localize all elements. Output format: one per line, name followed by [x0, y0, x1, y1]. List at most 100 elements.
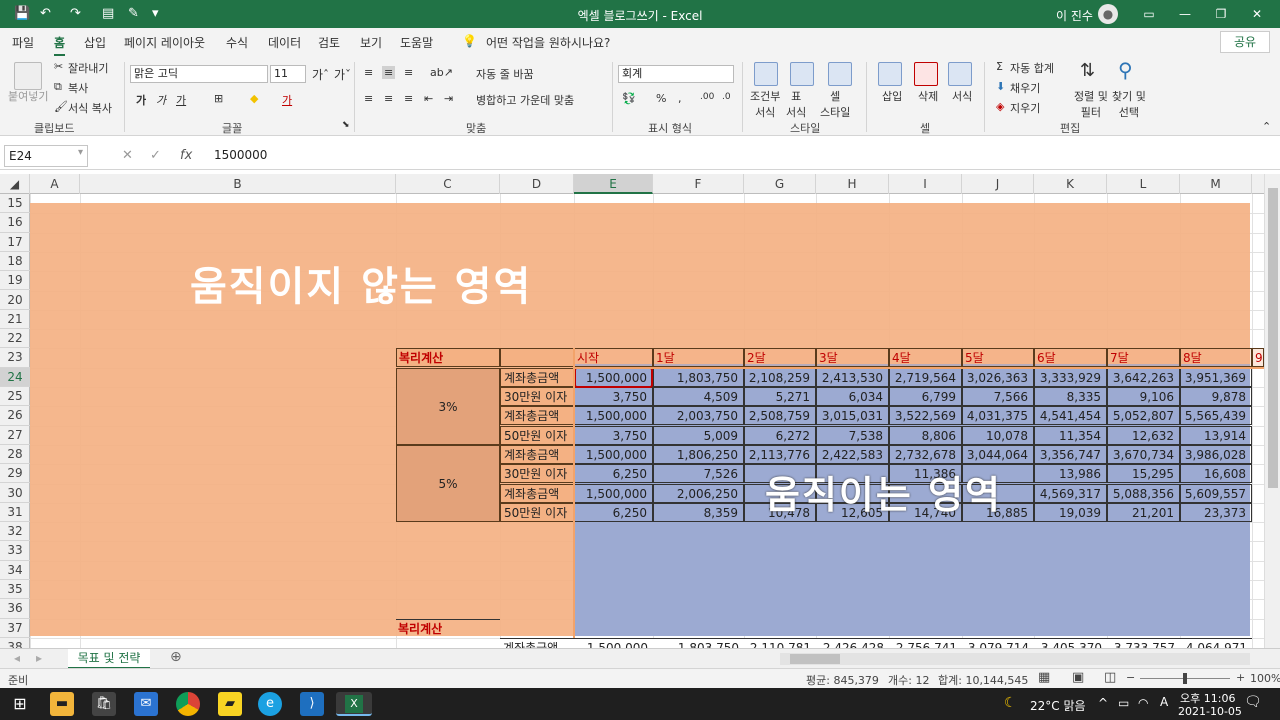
sort-filter-button[interactable]: 정렬 및 필터 — [1074, 88, 1108, 120]
row-header-19[interactable]: 19 — [0, 271, 30, 291]
zoom-thumb[interactable] — [1183, 673, 1187, 684]
column-header-k[interactable]: K — [1034, 174, 1107, 194]
ime-indicator[interactable]: A — [1160, 695, 1168, 709]
cut-button[interactable]: 잘라내기 — [68, 60, 108, 76]
ribbon-display-icon[interactable]: ▭ — [1138, 4, 1160, 24]
row-header-32[interactable]: 32 — [0, 522, 30, 542]
row-label-cell[interactable]: 계좌총금액 — [500, 637, 574, 648]
value-cell[interactable]: 1,806,250 — [653, 444, 744, 464]
value-cell[interactable]: 6,250 — [574, 464, 653, 484]
formula-input[interactable]: 1500000 — [210, 145, 1270, 167]
column-header-a[interactable]: A — [30, 174, 80, 194]
value-cell[interactable]: 5,609,557 — [1180, 483, 1252, 503]
find-select-button[interactable]: 찾기 및 선택 — [1112, 88, 1146, 120]
value-cell[interactable]: 3,670,734 — [1107, 444, 1180, 464]
row-header-31[interactable]: 31 — [0, 503, 30, 523]
wifi-icon[interactable]: ◠ — [1138, 696, 1148, 710]
column-header-b[interactable]: B — [80, 174, 396, 194]
value-cell[interactable]: 4,541,454 — [1034, 406, 1107, 426]
clock-date[interactable]: 2021-10-05 — [1178, 705, 1242, 718]
value-cell[interactable]: 2,426,428 — [816, 637, 889, 648]
row-header-30[interactable]: 30 — [0, 484, 30, 503]
underline-icon[interactable]: 가 — [176, 92, 186, 108]
rate-3-cell[interactable]: 3% — [396, 367, 500, 445]
value-cell[interactable]: 21,201 — [1107, 502, 1180, 522]
tab-view[interactable]: 보기 — [360, 34, 382, 51]
row-header-25[interactable]: 25 — [0, 387, 30, 407]
value-cell[interactable]: 2,108,259 — [744, 367, 816, 387]
value-cell[interactable]: 3,951,369 — [1180, 367, 1252, 387]
sticky-notes-icon[interactable]: ▰ — [218, 692, 242, 716]
value-cell[interactable]: 23,373 — [1180, 502, 1252, 522]
value-cell[interactable]: 7,526 — [653, 464, 744, 484]
value-cell[interactable]: 2,508,759 — [744, 406, 816, 426]
grow-font-icon[interactable]: 가ˆ — [312, 66, 329, 83]
row-label-cell[interactable]: 50만원 이자 — [500, 425, 574, 445]
name-box-dropdown-icon[interactable]: ▾ — [78, 147, 83, 158]
row-header-16[interactable]: 16 — [0, 213, 30, 233]
value-cell[interactable]: 5,052,807 — [1107, 406, 1180, 426]
store-icon[interactable]: 🛍 — [92, 692, 116, 716]
row-header-37[interactable]: 37 — [0, 619, 30, 638]
value-cell[interactable]: 5,088,356 — [1107, 483, 1180, 503]
period-header-cell[interactable]: 4달 — [889, 348, 962, 368]
row-header-18[interactable]: 18 — [0, 252, 30, 272]
font-color-icon[interactable]: 가 — [282, 92, 292, 108]
weather-text[interactable]: 22°C 맑음 — [1030, 697, 1086, 714]
column-header-c[interactable]: C — [396, 174, 500, 194]
row-header-26[interactable]: 26 — [0, 406, 30, 426]
value-cell[interactable]: 2,413,530 — [816, 367, 889, 387]
value-cell[interactable]: 16,608 — [1180, 464, 1252, 484]
value-cell[interactable]: 3,733,757 — [1107, 637, 1180, 648]
zoom-in-icon[interactable]: + — [1236, 671, 1245, 684]
value-cell[interactable]: 8,335 — [1034, 387, 1107, 406]
align-left-icon[interactable]: ≡ — [364, 92, 373, 105]
value-cell[interactable]: 13,986 — [1034, 464, 1107, 484]
value-cell[interactable]: 2,719,564 — [889, 367, 962, 387]
indent-decrease-icon[interactable]: ⇤ — [424, 92, 433, 105]
tab-home[interactable]: 홈 — [54, 34, 66, 56]
cell-style-button[interactable]: 셀 스타일 — [820, 88, 850, 120]
value-cell[interactable]: 6,799 — [889, 387, 962, 406]
tab-help[interactable]: 도움말 — [400, 34, 433, 51]
prev-sheet-icon[interactable]: ◂ — [14, 651, 20, 665]
value-cell[interactable]: 9,878 — [1180, 387, 1252, 406]
period-header-cell[interactable]: 시작 — [574, 348, 653, 368]
value-cell[interactable]: 3,079,714 — [962, 637, 1034, 648]
value-cell[interactable]: 3,356,747 — [1034, 444, 1107, 464]
row-label-cell[interactable]: 30만원 이자 — [500, 387, 574, 406]
value-cell[interactable]: 4,064,971 — [1180, 637, 1252, 648]
value-cell[interactable]: 1,803,750 — [653, 367, 744, 387]
file-explorer-icon[interactable]: ▬ — [50, 692, 74, 716]
collapse-ribbon-icon[interactable]: ⌃ — [1262, 120, 1271, 133]
font-name-select[interactable]: 맑은 고딕 — [130, 65, 268, 83]
block-title-cell-2[interactable]: 복리계산 — [396, 618, 500, 638]
tell-me-input[interactable]: 어떤 작업을 원하시나요? — [486, 34, 610, 51]
value-cell[interactable]: 3,405,370 — [1034, 637, 1107, 648]
tray-chevron-icon[interactable]: ^ — [1098, 696, 1108, 710]
sheet-tab-goals[interactable]: 목표 및 전략 — [68, 649, 150, 669]
decrease-decimal-icon[interactable]: .0 — [722, 92, 731, 102]
worksheet-grid[interactable]: 복리계산 시작 1달 2달 3달 4달 5달 6달 7달 8달 9 3% 5% 계좌총금액 1,500,00… — [30, 194, 1264, 648]
notification-icon[interactable]: 🗨 — [1244, 694, 1262, 710]
value-cell[interactable]: 11,354 — [1034, 425, 1107, 445]
insert-cells-button[interactable]: 삽입 — [882, 88, 902, 104]
value-cell[interactable]: 15,295 — [1107, 464, 1180, 484]
value-cell[interactable]: 1,803,750 — [653, 637, 744, 648]
column-header-i[interactable]: I — [889, 174, 962, 194]
mail-icon[interactable]: ✉ — [134, 692, 158, 716]
row-header-17[interactable]: 17 — [0, 233, 30, 252]
value-cell[interactable]: 6,272 — [744, 425, 816, 445]
fill-color-icon[interactable]: ◆ — [250, 92, 258, 105]
page-layout-view-icon[interactable]: ▣ — [1072, 670, 1084, 685]
zoom-slider[interactable] — [1140, 673, 1230, 684]
period-header-cell[interactable]: 6달 — [1034, 348, 1107, 368]
header-blank-cell[interactable] — [500, 348, 574, 368]
value-cell[interactable]: 3,522,569 — [889, 406, 962, 426]
paste-button[interactable]: 붙여넣기 — [8, 88, 48, 104]
excel-taskbar-icon[interactable]: X — [336, 692, 372, 716]
value-cell[interactable]: 2,003,750 — [653, 406, 744, 426]
horizontal-scrollbar[interactable] — [780, 653, 1250, 665]
tab-insert[interactable]: 삽입 — [84, 34, 106, 51]
align-bottom-icon[interactable]: ≡ — [404, 66, 413, 79]
